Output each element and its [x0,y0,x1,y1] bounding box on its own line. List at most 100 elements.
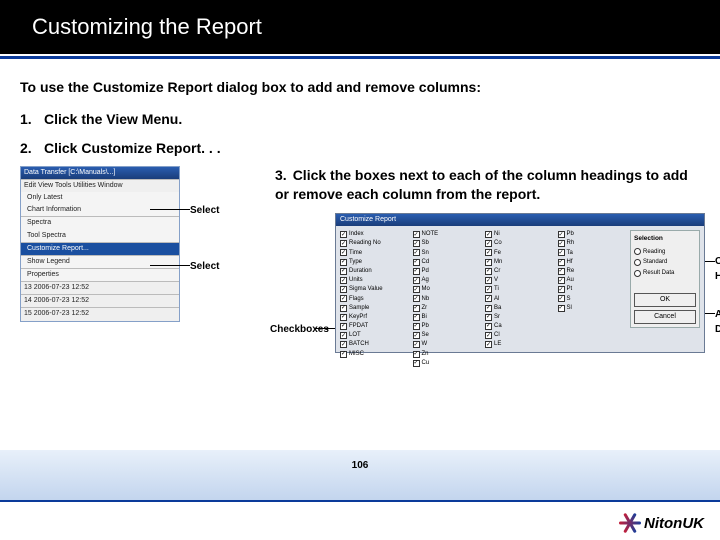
checkbox-label: MISC [349,350,364,359]
checkbox-option: ✓Type [340,258,407,267]
checkbox-column-1: ✓Index✓Reading No✓Time✓Type✓Duration✓Uni… [340,230,407,328]
checkbox-label: LE [494,340,501,349]
checkbox-icon: ✓ [413,277,420,284]
checkbox-icon: ✓ [340,295,347,302]
checkbox-option: ✓Mo [413,285,480,294]
checkbox-label: Ti [494,285,499,294]
checkbox-label: Nb [422,295,430,304]
checkbox-label: Sl [567,304,572,313]
dialog-buttons: OK Cancel [634,293,696,324]
checkbox-label: Ta [567,249,573,258]
mock-menu-highlighted: Customize Report... [21,243,179,255]
mock-titlebar: Data Transfer [C:\Manuals\...] [21,167,179,179]
checkbox-option: ✓Index [340,230,407,239]
checkbox-icon: ✓ [558,231,565,238]
annotation-checkboxes: Checkboxes [270,323,329,338]
checkbox-icon: ✓ [485,249,492,256]
slide-body: To use the Customize Report dialog box t… [0,59,720,363]
cancel-button: Cancel [634,310,696,324]
step-1-number: 1. [20,109,44,129]
checkbox-icon: ✓ [558,268,565,275]
checkbox-icon: ✓ [485,268,492,275]
mock-menu-item: Spectra [21,217,179,229]
checkbox-label: LOT [349,331,361,340]
checkbox-option: ✓LE [485,340,552,349]
checkbox-icon: ✓ [413,295,420,302]
checkbox-label: Pb [422,322,429,331]
checkbox-icon: ✓ [485,295,492,302]
checkbox-label: Fe [494,249,501,258]
checkbox-icon: ✓ [413,268,420,275]
checkbox-option: ✓Zn [413,350,480,359]
checkbox-icon: ✓ [413,351,420,358]
checkbox-label: KeyPrf [349,313,367,322]
mock-data-row: 13 2006-07-23 12:52 [21,281,179,294]
checkbox-icon: ✓ [413,259,420,266]
checkbox-option: ✓Hf [558,258,625,267]
checkbox-option: ✓Duration [340,267,407,276]
page-number: 106 [0,460,720,471]
checkbox-option: ✓MISC [340,350,407,359]
checkbox-icon: ✓ [485,240,492,247]
step-2: 2.Click Customize Report. . . [20,138,700,158]
checkbox-label: V [494,276,498,285]
checkbox-icon: ✓ [340,240,347,247]
checkbox-icon: ✓ [340,305,347,312]
mock-menu-item: Properties [21,269,179,281]
checkbox-icon: ✓ [558,295,565,302]
checkbox-label: Flags [349,295,364,304]
checkbox-icon: ✓ [558,249,565,256]
checkbox-icon: ✓ [558,240,565,247]
checkbox-option: ✓FPDAT [340,322,407,331]
checkbox-column-2: ✓NOTE✓Sb✓Sn✓Cd✓Pd✓Ag✓Mo✓Nb✓Zr✓Bi✓Pb✓Se✓W… [413,230,480,328]
checkbox-option: ✓KeyPrf [340,313,407,322]
checkbox-icon: ✓ [558,259,565,266]
checkbox-option: ✓Cd [413,258,480,267]
annotation-assay-detail: Assay Detail [715,308,720,337]
checkbox-label: Pt [567,285,573,294]
checkbox-label: Duration [349,267,372,276]
radio-label: Standard [643,258,667,267]
checkbox-label: Sigma Value [349,285,383,294]
checkbox-label: Sr [494,313,500,322]
radio-label: Reading [643,248,665,257]
checkbox-label: Cl [494,331,500,340]
mock-data-row: 14 2006-07-23 12:52 [21,294,179,307]
radio-option: Result Data [634,269,696,278]
checkbox-icon: ✓ [413,341,420,348]
brand-logo: NitonUK [619,512,704,534]
checkbox-option: ✓Pd [413,267,480,276]
mock-menubar: Edit View Tools Utilities Window [21,179,179,192]
checkbox-icon: ✓ [485,323,492,330]
checkbox-label: Index [349,230,364,239]
footer-gradient [0,450,720,500]
step-3: 3.Click the boxes next to each of the co… [275,166,700,205]
checkbox-label: Ni [494,230,500,239]
checkbox-label: Mn [494,258,502,267]
checkbox-column-4: ✓Pb✓Rh✓Ta✓Hf✓Re✓Au✓Pt✓S✓Sl [558,230,625,328]
step-2-text: Click Customize Report. . . [44,140,221,156]
checkbox-label: Co [494,239,502,248]
checkbox-icon: ✓ [340,332,347,339]
checkbox-icon: ✓ [340,323,347,330]
checkbox-option: ✓Pb [558,230,625,239]
checkbox-icon: ✓ [413,249,420,256]
checkbox-label: Au [567,276,574,285]
step-3-number: 3. [275,167,287,183]
dialog-titlebar: Customize Report [336,214,704,226]
checkbox-option: ✓Sample [340,304,407,313]
dialog-figure: Checkboxes Column Headings Assay Detail … [275,213,700,363]
mock-menu-item: Tool Spectra [21,230,179,242]
checkbox-icon: ✓ [485,231,492,238]
step-1-text: Click the View Menu. [44,111,182,127]
checkbox-icon: ✓ [558,305,565,312]
callout-line [150,265,190,266]
checkbox-icon: ✓ [485,332,492,339]
checkbox-label: W [422,340,428,349]
checkbox-label: BATCH [349,340,369,349]
checkbox-option: ✓Sr [485,313,552,322]
checkbox-icon: ✓ [485,259,492,266]
left-figure: Data Transfer [C:\Manuals\...] Edit View… [20,166,265,363]
checkbox-label: Hf [567,258,573,267]
checkbox-label: Units [349,276,363,285]
